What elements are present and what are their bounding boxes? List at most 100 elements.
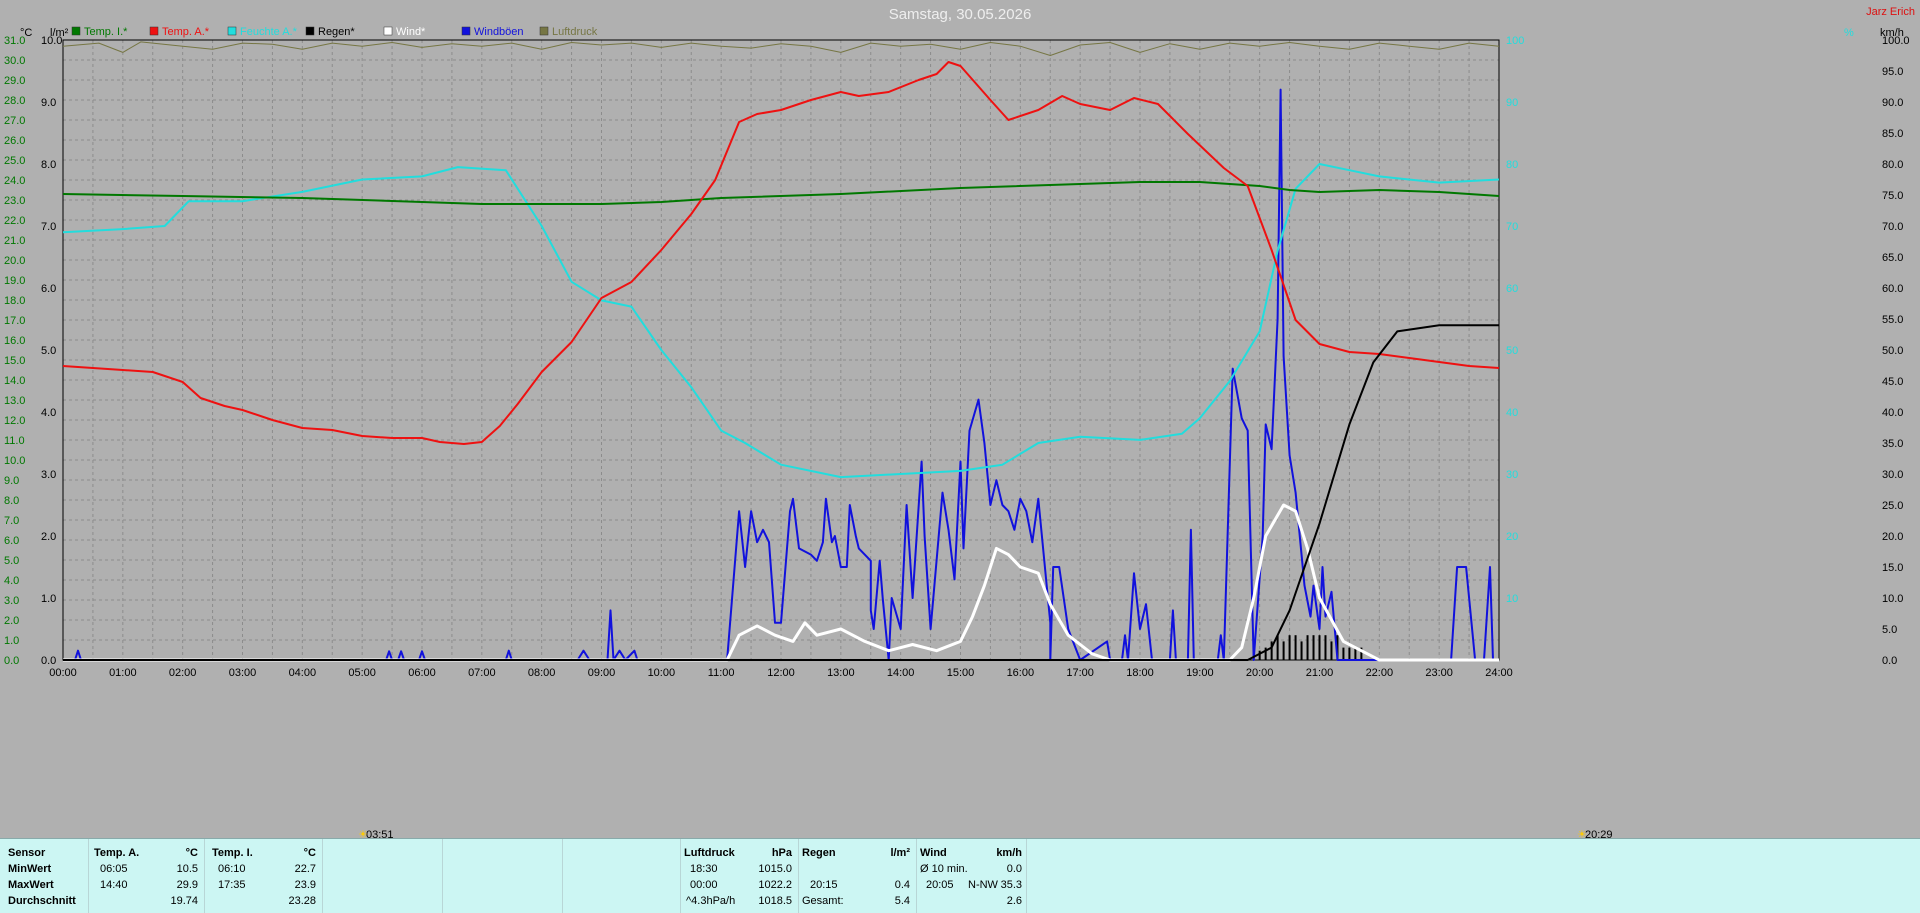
wind-tick-label: 35.0 (1882, 438, 1903, 450)
wind-tick-label: 80.0 (1882, 159, 1903, 171)
rain-bar (1282, 641, 1285, 660)
legend-swatch (71, 26, 81, 36)
rain-bar (1276, 635, 1279, 660)
temp-tick-label: 15.0 (4, 355, 25, 367)
time-tick-label: 07:00 (468, 667, 496, 679)
temp-tick-label: 27.0 (4, 115, 25, 127)
time-tick-label: 16:00 (1007, 667, 1035, 679)
stats-pressure-head: Luftdruck (684, 847, 735, 859)
stats-temp-i-min-time: 06:10 (218, 863, 246, 875)
stats-row-avg: Durchschnitt (8, 895, 76, 907)
temp-tick-label: 18.0 (4, 295, 25, 307)
rain-tick-label: 5.0 (41, 345, 56, 357)
wind-tick-label: 45.0 (1882, 376, 1903, 388)
legend-label: Wind* (396, 26, 426, 38)
stats-empty-col-3 (562, 839, 681, 913)
time-tick-label: 17:00 (1066, 667, 1094, 679)
wind-unit-label: km/h (1880, 27, 1904, 39)
time-tick-label: 00:00 (49, 667, 77, 679)
stats-wind-max-dir: N-NW (968, 879, 998, 891)
wind-tick-label: 50.0 (1882, 345, 1903, 357)
temp-tick-label: 13.0 (4, 395, 25, 407)
stats-pressure-min: 1015.0 (758, 863, 792, 875)
stats-wind-unit: km/h (996, 847, 1022, 859)
time-tick-label: 19:00 (1186, 667, 1214, 679)
stats-rain-col: Regen l/m² 20:15 Gesamt: 0.4 5.4 (798, 839, 917, 913)
stats-empty-col-1 (322, 839, 443, 913)
legend-swatch (149, 26, 159, 36)
humidity-tick-label: 60 (1506, 283, 1518, 295)
humidity-tick-label: 90 (1506, 97, 1518, 109)
humidity-tick-label: 40 (1506, 407, 1518, 419)
humidity-tick-label: 20 (1506, 531, 1518, 543)
time-tick-label: 11:00 (708, 667, 735, 679)
wind-tick-label: 25.0 (1882, 500, 1903, 512)
rain-bar (1348, 647, 1351, 660)
stats-rain-unit: l/m² (890, 847, 910, 859)
legend-swatch (539, 26, 549, 36)
temp-tick-label: 17.0 (4, 315, 25, 327)
time-tick-label: 08:00 (528, 667, 556, 679)
rain-tick-label: 9.0 (41, 97, 56, 109)
rain-bar (1342, 647, 1345, 660)
stats-temp-i-head: Temp. I. (212, 847, 253, 859)
humidity-unit-label: % (1844, 27, 1854, 39)
stats-pressure-col: Luftdruck hPa 18:30 00:00 ^4.3hPa/h 1015… (680, 839, 799, 913)
temp-tick-label: 3.0 (4, 595, 19, 607)
sunrise-icon: ☀ (358, 829, 368, 838)
wind-tick-label: 95.0 (1882, 66, 1903, 78)
stats-rain-max: 0.4 (894, 879, 910, 891)
stats-rain-total-label: Gesamt: (802, 895, 844, 907)
temp-tick-label: 7.0 (4, 515, 19, 527)
rain-bar (1318, 635, 1321, 660)
temp-tick-label: 21.0 (4, 235, 25, 247)
rain-bar (1312, 635, 1315, 660)
brand-label: Jarz Erich (1866, 6, 1915, 18)
legend-label: Feuchte A.* (240, 26, 298, 38)
stats-temp-a-max: 29.9 (176, 879, 198, 891)
wind-tick-label: 65.0 (1882, 252, 1903, 264)
humidity-tick-label: 70 (1506, 221, 1518, 233)
stats-wind-max: 35.3 (1000, 879, 1022, 891)
statistics-panel: Sensor MinWert MaxWert Durchschnitt Temp… (0, 838, 1920, 913)
time-tick-label: 24:00 (1485, 667, 1513, 679)
stats-sensor-head: Sensor (8, 847, 46, 859)
humidity-tick-label: 80 (1506, 159, 1518, 171)
wind-tick-label: 90.0 (1882, 97, 1903, 109)
time-tick-label: 01:00 (109, 667, 137, 679)
stats-wind-avg: 2.6 (1006, 895, 1022, 907)
temp-tick-label: 14.0 (4, 375, 25, 387)
rain-tick-label: 2.0 (41, 531, 56, 543)
legend-label: Windböen (474, 26, 524, 38)
time-tick-label: 15:00 (947, 667, 975, 679)
time-tick-label: 04:00 (289, 667, 317, 679)
wind-tick-label: 20.0 (1882, 531, 1903, 543)
temp-tick-label: 2.0 (4, 615, 19, 627)
rain-tick-label: 0.0 (41, 655, 56, 667)
legend-label: Regen* (318, 26, 355, 38)
legend-swatch (461, 26, 471, 36)
stats-temp-a-unit: °C (185, 847, 198, 859)
humidity-tick-label: 100 (1506, 35, 1524, 47)
legend-label: Temp. A.* (162, 26, 210, 38)
temp-tick-label: 0.0 (4, 655, 19, 667)
stats-temp-i-avg: 23.28 (288, 895, 316, 907)
temp-tick-label: 10.0 (4, 455, 25, 467)
temp-tick-label: 25.0 (4, 155, 25, 167)
temp-tick-label: 24.0 (4, 175, 25, 187)
stats-temp-a-head: Temp. A. (94, 847, 140, 859)
stats-wind-avg-label: Ø 10 min. (920, 863, 968, 875)
stats-temp-a-min: 10.5 (176, 863, 198, 875)
legend-swatch (305, 26, 315, 36)
stats-pressure-unit: hPa (771, 847, 792, 859)
stats-pressure-min-time: 18:30 (690, 863, 718, 875)
temp-tick-label: 1.0 (4, 635, 19, 647)
stats-empty-col-2 (442, 839, 563, 913)
sunrise-label: 03:51 (366, 829, 394, 838)
legend-swatch (383, 26, 393, 36)
stats-temp-a-col: Temp. A. °C 06:05 14:40 10.5 29.9 19.74 (88, 839, 205, 913)
wind-tick-label: 55.0 (1882, 314, 1903, 326)
rain-tick-label: 3.0 (41, 469, 56, 481)
rain-bar (1258, 650, 1261, 660)
wind-tick-label: 40.0 (1882, 407, 1903, 419)
